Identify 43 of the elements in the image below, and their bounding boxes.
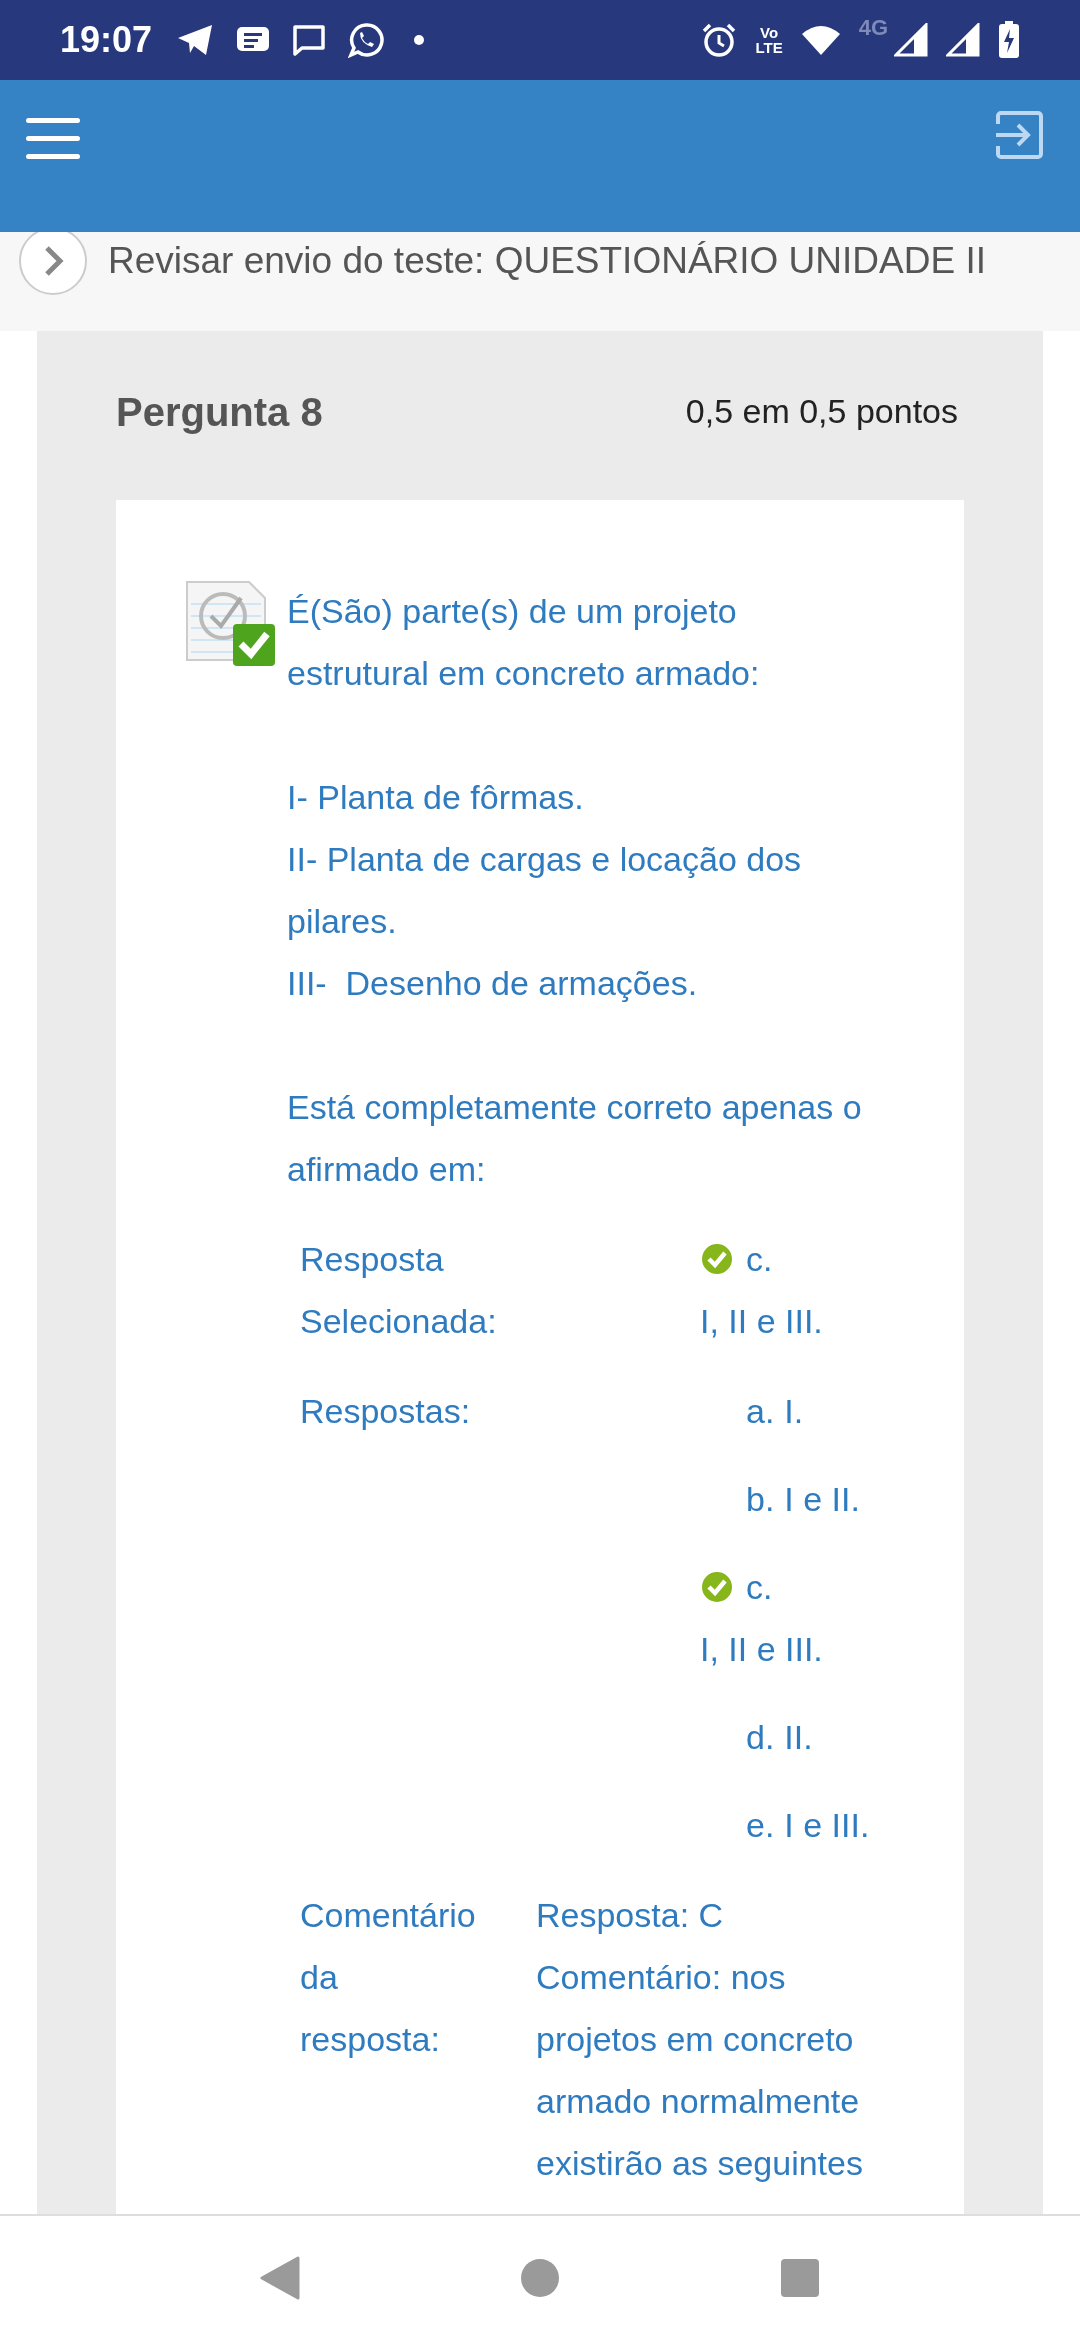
- expand-button[interactable]: [18, 232, 88, 296]
- clock: 19:07: [60, 18, 153, 62]
- home-icon[interactable]: [520, 2258, 560, 2298]
- chat-icon: [292, 24, 327, 56]
- comment-text: Comentário: nos projetos em concreto armado normalmente existirão as seguintes: [536, 1957, 864, 2184]
- question-text: III- Desenho de armações.: [287, 963, 699, 1004]
- status-label: LTE: [755, 40, 783, 55]
- answer-letter: a.: [746, 1391, 775, 1432]
- score: 0,5 em 0,5 pontos: [685, 391, 959, 432]
- answer-text: I e II.: [784, 1479, 860, 1520]
- answer-letter: b.: [746, 1479, 775, 1520]
- answer-text: I, II e III.: [700, 1629, 824, 1670]
- question-text: Está completamente correto apenas o afirmado em:: [287, 1087, 863, 1190]
- paper-plane-icon: [176, 23, 215, 57]
- menu-icon[interactable]: [26, 116, 80, 160]
- logout-icon[interactable]: [994, 110, 1044, 160]
- question-text: É(São) parte(s) de um projeto estrutural em concreto armado:: [287, 591, 761, 694]
- answer-letter: c.: [746, 1239, 773, 1280]
- phone-bubble-icon: [348, 22, 385, 58]
- signal-icon: [894, 23, 928, 57]
- wifi-icon: [800, 24, 841, 56]
- page-title: Revisar envio do teste: QUESTIONÁRIO UNIDADE II: [108, 239, 986, 283]
- question-title: Pergunta 8: [116, 388, 323, 436]
- back-icon[interactable]: [260, 2256, 300, 2300]
- answer-letter: c.: [746, 1567, 773, 1608]
- field-label: Respostas:: [300, 1392, 471, 1430]
- question-text: I- Planta de fôrmas.: [287, 777, 585, 818]
- answer-text: I.: [784, 1391, 804, 1432]
- network-label: 4G: [858, 14, 888, 42]
- status-label: Vo: [760, 25, 779, 40]
- signal-icon: [946, 23, 980, 57]
- dot-icon: [414, 35, 425, 45]
- battery-charging-icon: [998, 21, 1020, 59]
- answer-text: I e III.: [784, 1805, 870, 1846]
- comment-text: Resposta: C: [536, 1895, 725, 1936]
- answer-text: II.: [784, 1717, 813, 1758]
- answer-letter: d.: [746, 1717, 775, 1758]
- field-label: Resposta Selecionada:: [300, 1239, 498, 1342]
- alarm-icon: [701, 22, 738, 58]
- answer-letter: e.: [746, 1805, 775, 1846]
- answer-text: I, II e III.: [700, 1301, 823, 1342]
- recents-icon[interactable]: [780, 2258, 820, 2298]
- question-text: II- Planta de cargas e locação dos pilares.: [287, 839, 803, 942]
